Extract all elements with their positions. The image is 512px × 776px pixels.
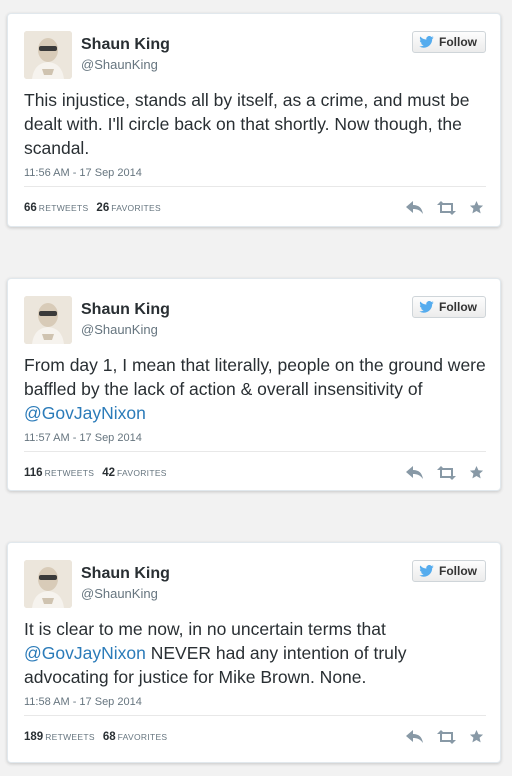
favorite-count: 26 [96,202,110,214]
tweet-card: Shaun King @ShaunKing Follow This injust… [7,13,501,227]
user-handle[interactable]: @ShaunKing [81,57,158,72]
twitter-bird-icon [419,36,434,48]
twitter-bird-icon [419,565,434,577]
user-handle[interactable]: @ShaunKing [81,322,158,337]
divider [24,186,486,187]
tweet-text: It is clear to me now, in no uncertain t… [24,617,486,689]
tweet-text: This injustice, stands all by itself, as… [24,88,486,160]
mention-link[interactable]: @GovJayNixon [24,643,146,663]
retweet-icon[interactable] [437,729,456,749]
user-name[interactable]: Shaun King [81,36,170,54]
retweet-icon[interactable] [437,465,456,485]
reply-icon[interactable] [406,729,424,749]
avatar[interactable] [24,296,72,344]
retweet-count: 66 [24,202,37,214]
reply-icon[interactable] [406,465,424,485]
avatar[interactable] [24,31,72,79]
divider [24,715,486,716]
user-name[interactable]: Shaun King [81,301,170,319]
tweet-stats: 116 RETWEETS 42 FAVORITES [24,467,167,479]
favorites-label: FAVORITES [116,468,167,478]
tweet-text-before: It is clear to me now, in no uncertain t… [24,619,386,639]
tweet-actions [406,200,484,220]
star-icon[interactable] [469,729,484,749]
favorite-count-group[interactable]: 42 FAVORITES [102,467,167,479]
tweet-text-before: This injustice, stands all by itself, as… [24,90,470,158]
favorites-label: FAVORITES [117,732,168,742]
favorite-count: 68 [102,731,116,743]
follow-button[interactable]: Follow [412,560,486,582]
favorites-label: FAVORITES [111,203,161,213]
retweet-icon[interactable] [437,200,456,220]
tweet-timestamp[interactable]: 11:58 AM - 17 Sep 2014 [24,696,142,708]
reply-icon[interactable] [406,200,424,220]
retweets-label: RETWEETS [45,732,95,742]
tweet-card: Shaun King @ShaunKing Follow It is clear… [7,542,501,763]
tweet-actions [406,729,484,749]
star-icon[interactable] [469,465,484,485]
retweet-count-group[interactable]: 66 RETWEETS [24,202,88,214]
user-name[interactable]: Shaun King [81,565,170,583]
follow-label: Follow [439,300,477,314]
retweet-count: 116 [24,467,43,479]
follow-label: Follow [439,564,477,578]
favorite-count: 42 [102,467,115,479]
follow-label: Follow [439,35,477,49]
retweets-label: RETWEETS [44,468,95,478]
star-icon[interactable] [469,200,484,220]
retweet-count-group[interactable]: 189 RETWEETS [24,731,95,743]
user-handle[interactable]: @ShaunKing [81,586,158,601]
tweet-stats: 66 RETWEETS 26 FAVORITES [24,202,161,214]
follow-button[interactable]: Follow [412,31,486,53]
mention-link[interactable]: @GovJayNixon [24,403,146,423]
retweet-count-group[interactable]: 116 RETWEETS [24,467,94,479]
divider [24,451,486,452]
tweet-text-before: From day 1, I mean that literally, peopl… [24,355,486,399]
avatar[interactable] [24,560,72,608]
retweet-count: 189 [24,731,44,743]
tweet-timestamp[interactable]: 11:57 AM - 17 Sep 2014 [24,432,142,444]
twitter-bird-icon [419,301,434,313]
tweet-card: Shaun King @ShaunKing Follow From day 1,… [7,278,501,491]
retweets-label: RETWEETS [38,203,89,213]
tweet-actions [406,465,484,485]
favorite-count-group[interactable]: 68 FAVORITES [103,731,168,743]
tweet-text: From day 1, I mean that literally, peopl… [24,353,486,425]
follow-button[interactable]: Follow [412,296,486,318]
tweet-stats: 189 RETWEETS 68 FAVORITES [24,731,167,743]
tweet-timestamp[interactable]: 11:56 AM - 17 Sep 2014 [24,167,142,179]
favorite-count-group[interactable]: 26 FAVORITES [96,202,161,214]
